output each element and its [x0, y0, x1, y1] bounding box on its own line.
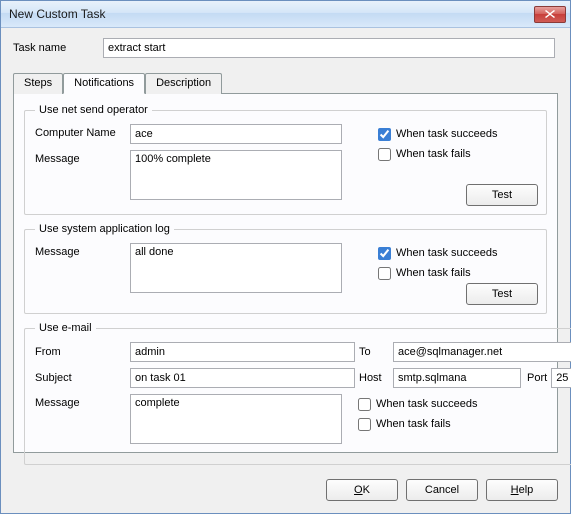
email-subject-label: Subject: [35, 372, 130, 384]
task-name-label: Task name: [13, 42, 103, 54]
email-host-label: Host: [359, 372, 393, 384]
tabpanel-notifications: Use net send operator Computer Name Mess…: [13, 93, 558, 453]
email-fails-label: When task fails: [376, 418, 451, 430]
ok-button-label: OK: [354, 484, 370, 496]
applog-test-button[interactable]: Test: [466, 283, 538, 305]
applog-message-input[interactable]: all done: [130, 243, 342, 293]
help-button[interactable]: Help: [486, 479, 558, 501]
group-email: Use e-mail From Subject: [24, 322, 571, 465]
netsend-test-button[interactable]: Test: [466, 184, 538, 206]
netsend-fails-checkbox[interactable]: When task fails: [378, 144, 538, 164]
titlebar[interactable]: New Custom Task: [1, 1, 570, 28]
email-to-label: To: [359, 346, 393, 358]
computer-name-input[interactable]: [130, 124, 342, 144]
email-fails-checkbox[interactable]: When task fails: [358, 414, 571, 434]
email-port-label: Port: [527, 372, 547, 384]
tab-steps[interactable]: Steps: [13, 73, 63, 94]
netsend-message-label: Message: [35, 150, 130, 200]
applog-message-label: Message: [35, 243, 130, 293]
window-title: New Custom Task: [9, 7, 534, 21]
group-netsend-legend: Use net send operator: [35, 104, 152, 116]
task-name-row: Task name: [13, 38, 558, 58]
netsend-message-input[interactable]: 100% complete: [130, 150, 342, 200]
email-succeeds-input[interactable]: [358, 398, 371, 411]
email-to-input[interactable]: [393, 342, 571, 362]
email-message-label: Message: [35, 394, 130, 456]
help-button-label: Help: [511, 484, 534, 496]
applog-succeeds-checkbox[interactable]: When task succeeds: [378, 243, 538, 263]
dialog-button-row: OK Cancel Help: [326, 479, 558, 501]
tab-bar: Steps Notifications Description: [13, 72, 558, 93]
email-from-input[interactable]: [130, 342, 355, 362]
client-area: Task name Steps Notifications Descriptio…: [1, 28, 570, 513]
netsend-fails-label: When task fails: [396, 148, 471, 160]
group-applog: Use system application log Message all d…: [24, 223, 547, 314]
group-applog-legend: Use system application log: [35, 223, 174, 235]
tab-description[interactable]: Description: [145, 73, 222, 94]
close-icon: [545, 10, 555, 18]
email-subject-input[interactable]: [130, 368, 355, 388]
close-button[interactable]: [534, 6, 566, 23]
applog-fails-input[interactable]: [378, 267, 391, 280]
email-fails-input[interactable]: [358, 418, 371, 431]
group-netsend: Use net send operator Computer Name Mess…: [24, 104, 547, 215]
email-message-input[interactable]: complete: [130, 394, 342, 444]
dialog-window: New Custom Task Task name Steps Notifica…: [0, 0, 571, 514]
netsend-succeeds-checkbox[interactable]: When task succeeds: [378, 124, 538, 144]
email-from-label: From: [35, 346, 130, 358]
cancel-button[interactable]: Cancel: [406, 479, 478, 501]
applog-succeeds-label: When task succeeds: [396, 247, 498, 259]
netsend-succeeds-input[interactable]: [378, 128, 391, 141]
applog-fails-label: When task fails: [396, 267, 471, 279]
applog-fails-checkbox[interactable]: When task fails: [378, 263, 538, 283]
email-succeeds-checkbox[interactable]: When task succeeds: [358, 394, 571, 414]
ok-button[interactable]: OK: [326, 479, 398, 501]
netsend-succeeds-label: When task succeeds: [396, 128, 498, 140]
netsend-fails-input[interactable]: [378, 148, 391, 161]
task-name-input[interactable]: [103, 38, 555, 58]
email-succeeds-label: When task succeeds: [376, 398, 478, 410]
email-host-input[interactable]: [393, 368, 521, 388]
tab-notifications[interactable]: Notifications: [63, 73, 145, 94]
applog-succeeds-input[interactable]: [378, 247, 391, 260]
group-email-legend: Use e-mail: [35, 322, 96, 334]
computer-name-label: Computer Name: [35, 124, 130, 144]
email-port-input[interactable]: [551, 368, 571, 388]
